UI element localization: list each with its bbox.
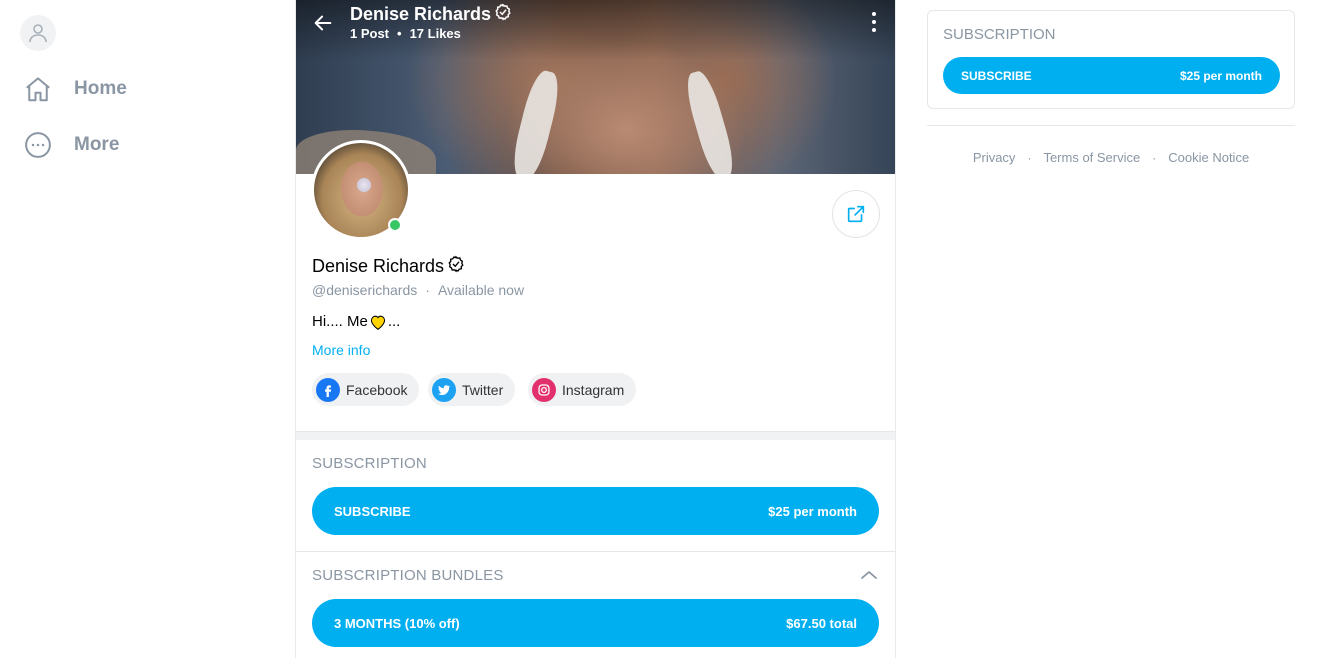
cookie-notice-link[interactable]: Cookie Notice [1168, 150, 1249, 165]
subscribe-label: SUBSCRIBE [334, 503, 411, 519]
share-button[interactable] [832, 190, 880, 238]
bundle-label: 3 MONTHS (10% off) [334, 615, 460, 631]
sidebar-subscribe-button[interactable]: SUBSCRIBE $25 per month [943, 57, 1280, 94]
bio-suffix: ... [387, 313, 401, 330]
section-divider [296, 551, 895, 552]
section-divider [296, 431, 895, 440]
profile-handle: @deniserichards [312, 282, 418, 298]
social-link-twitter[interactable]: Twitter [428, 373, 516, 406]
cover-name-text: Denise Richards [350, 4, 492, 24]
share-icon [847, 205, 865, 223]
cover-title: Denise Richards [350, 3, 512, 26]
social-link-instagram[interactable]: Instagram [528, 373, 637, 406]
verified-icon [494, 3, 512, 26]
instagram-icon [532, 377, 556, 402]
bundle-price: $67.50 total [786, 615, 857, 631]
bio-text: Hi.... Me [312, 313, 368, 330]
footer-separator: · [1027, 150, 1032, 165]
cover-stats: 1 Post • 17 Likes [350, 26, 461, 41]
back-arrow-icon[interactable] [312, 12, 334, 34]
nav-item-home[interactable]: Home [22, 71, 127, 107]
footer-separator: · [1152, 150, 1157, 165]
stats-separator: • [397, 26, 402, 41]
profile-handle-row: @deniserichards · Available now [312, 282, 524, 298]
nav-item-more[interactable]: More [22, 127, 119, 163]
profile-column: Denise Richards 1 Post • 17 Likes Denise… [295, 0, 896, 658]
chevron-up-icon[interactable] [860, 568, 878, 582]
profile-name-text: Denise Richards [312, 256, 445, 276]
bundle-button-3-months[interactable]: 3 MONTHS (10% off) $67.50 total [312, 599, 879, 647]
nav-item-label: More [74, 134, 120, 155]
subscribe-price: $25 per month [768, 503, 857, 519]
nav-item-label: Home [74, 78, 127, 99]
social-label: Instagram [562, 381, 625, 398]
user-avatar[interactable] [20, 15, 56, 51]
subscription-card: SUBSCRIPTION SUBSCRIBE $25 per month [927, 10, 1295, 109]
kebab-menu-icon[interactable] [867, 12, 881, 32]
left-nav: Home More [0, 0, 296, 658]
subscribe-price: $25 per month [1179, 68, 1262, 83]
privacy-link[interactable]: Privacy [973, 150, 1016, 165]
social-link-facebook[interactable]: Facebook [312, 373, 420, 406]
post-count: 1 Post [350, 26, 390, 41]
more-info-link[interactable]: More info [312, 342, 370, 358]
divider [927, 125, 1295, 126]
subscribe-label: SUBSCRIBE [961, 68, 1032, 83]
yellow-heart-icon [369, 314, 387, 330]
like-count: 17 Likes [409, 26, 461, 41]
facebook-icon [316, 377, 340, 402]
availability-status: Available now [437, 282, 525, 298]
sidebar-subscription-title: SUBSCRIPTION [943, 26, 1056, 43]
more-icon [22, 129, 54, 161]
handle-separator: · [425, 282, 430, 298]
verified-icon [447, 255, 465, 278]
online-status-indicator [388, 218, 402, 232]
twitter-icon [432, 377, 456, 402]
social-label: Twitter [462, 381, 504, 398]
profile-name: Denise Richards [312, 255, 465, 278]
terms-link[interactable]: Terms of Service [1043, 150, 1140, 165]
subscription-title: SUBSCRIPTION [312, 455, 427, 472]
footer-links: Privacy · Terms of Service · Cookie Noti… [927, 150, 1295, 165]
bundles-title: SUBSCRIPTION BUNDLES [312, 567, 504, 584]
social-label: Facebook [346, 381, 408, 398]
home-icon [22, 73, 54, 105]
user-icon [29, 24, 47, 43]
subscribe-button[interactable]: SUBSCRIBE $25 per month [312, 487, 879, 535]
profile-bio: Hi.... Me ... [312, 313, 400, 330]
